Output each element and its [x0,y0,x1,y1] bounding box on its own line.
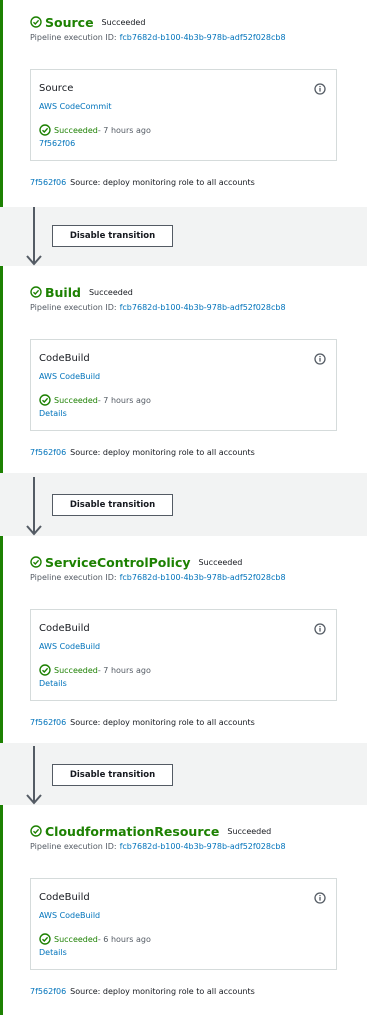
action-details-link[interactable]: Details [39,679,67,688]
stage-source: Source Succeeded Pipeline execution ID: f… [0,0,367,207]
commit-message: Source: deploy monitoring role to all ac… [70,987,255,996]
stage-name: ServiceControlPolicy [45,554,191,570]
action-card: CodeBuild AWS CodeBuild Succeeded - 6 ho… [30,878,337,970]
stage-header: CloudformationResource Succeeded Pipelin… [30,821,286,852]
disable-transition-button[interactable]: Disable transition [52,225,173,247]
execution-id-label: Pipeline execution ID: [30,33,117,42]
action-provider-link[interactable]: AWS CodeCommit [39,102,111,111]
success-check-icon [30,286,42,298]
info-icon[interactable] [314,892,326,904]
action-name: Source [39,83,74,94]
transition: Disable transition [0,746,367,805]
stage-service-control-policy: ServiceControlPolicy Succeeded Pipeline … [0,536,367,743]
action-provider-link[interactable]: AWS CodeBuild [39,642,100,651]
action-status: Succeeded [54,395,98,405]
action-status: Succeeded [54,665,98,675]
execution-id-label: Pipeline execution ID: [30,573,117,582]
action-commit-link[interactable]: 7f562f06 [39,139,75,148]
down-arrow-icon [26,207,42,266]
action-status-row: Succeeded - 7 hours ago [39,124,151,136]
transition: Disable transition [0,207,367,266]
action-card: Source AWS CodeCommit Succeeded - 7 hour… [30,69,337,161]
action-status-row: Succeeded - 7 hours ago [39,394,151,406]
info-icon[interactable] [314,623,326,635]
execution-id-label: Pipeline execution ID: [30,842,117,851]
action-time: - 7 hours ago [97,125,151,135]
commit-row: 7f562f06 Source: deploy monitoring role t… [30,178,255,187]
success-check-icon [39,933,51,945]
action-card: CodeBuild AWS CodeBuild Succeeded - 7 ho… [30,339,337,431]
action-time: - 7 hours ago [97,395,151,405]
commit-id-link[interactable]: 7f562f06 [30,448,66,457]
stage-cloudformation-resource: CloudformationResource Succeeded Pipelin… [0,805,367,1015]
success-check-icon [30,556,42,568]
success-check-icon [30,16,42,28]
action-name: CodeBuild [39,353,90,364]
stage-status: Succeeded [101,17,146,27]
stage-header: Build Succeeded Pipeline execution ID: fc… [30,282,286,313]
execution-id-row: Pipeline execution ID: fcb7682d-b100-4b3b… [30,842,286,851]
commit-id-link[interactable]: 7f562f06 [30,178,66,187]
success-check-icon [39,394,51,406]
commit-row: 7f562f06 Source: deploy monitoring role t… [30,718,255,727]
action-status-row: Succeeded - 6 hours ago [39,933,151,945]
success-check-icon [30,825,42,837]
stage-header: Source Succeeded Pipeline execution ID: f… [30,12,286,43]
down-arrow-icon [26,477,42,536]
down-arrow-icon [26,746,42,805]
action-card: CodeBuild AWS CodeBuild Succeeded - 7 ho… [30,609,337,701]
info-icon[interactable] [314,83,326,95]
transition: Disable transition [0,477,367,536]
action-name: CodeBuild [39,623,90,634]
action-time: - 7 hours ago [97,665,151,675]
execution-id-link[interactable]: fcb7682d-b100-4b3b-978b-adf52f028cb8 [120,303,286,312]
stage-name: Build [45,284,81,300]
commit-id-link[interactable]: 7f562f06 [30,718,66,727]
stage-build: Build Succeeded Pipeline execution ID: fc… [0,266,367,473]
execution-id-row: Pipeline execution ID: fcb7682d-b100-4b3b… [30,33,286,42]
commit-message: Source: deploy monitoring role to all ac… [70,178,255,187]
stage-status: Succeeded [88,287,133,297]
action-provider-link[interactable]: AWS CodeBuild [39,372,100,381]
success-check-icon [39,664,51,676]
stage-status: Succeeded [227,826,272,836]
disable-transition-button[interactable]: Disable transition [52,494,173,516]
action-status: Succeeded [54,934,98,944]
stage-name: CloudformationResource [45,823,220,839]
execution-id-label: Pipeline execution ID: [30,303,117,312]
action-details-link[interactable]: Details [39,948,67,957]
commit-row: 7f562f06 Source: deploy monitoring role t… [30,448,255,457]
stage-header: ServiceControlPolicy Succeeded Pipeline … [30,552,286,583]
stage-status: Succeeded [198,557,243,567]
stage-name: Source [45,14,94,30]
execution-id-row: Pipeline execution ID: fcb7682d-b100-4b3b… [30,303,286,312]
disable-transition-button[interactable]: Disable transition [52,764,173,786]
commit-message: Source: deploy monitoring role to all ac… [70,448,255,457]
action-status: Succeeded [54,125,98,135]
action-provider-link[interactable]: AWS CodeBuild [39,911,100,920]
action-details-link[interactable]: Details [39,409,67,418]
action-name: CodeBuild [39,892,90,903]
execution-id-link[interactable]: fcb7682d-b100-4b3b-978b-adf52f028cb8 [120,33,286,42]
commit-message: Source: deploy monitoring role to all ac… [70,718,255,727]
action-status-row: Succeeded - 7 hours ago [39,664,151,676]
info-icon[interactable] [314,353,326,365]
success-check-icon [39,124,51,136]
execution-id-row: Pipeline execution ID: fcb7682d-b100-4b3b… [30,573,286,582]
commit-id-link[interactable]: 7f562f06 [30,987,66,996]
execution-id-link[interactable]: fcb7682d-b100-4b3b-978b-adf52f028cb8 [120,842,286,851]
execution-id-link[interactable]: fcb7682d-b100-4b3b-978b-adf52f028cb8 [120,573,286,582]
action-time: - 6 hours ago [97,934,151,944]
commit-row: 7f562f06 Source: deploy monitoring role t… [30,987,255,996]
